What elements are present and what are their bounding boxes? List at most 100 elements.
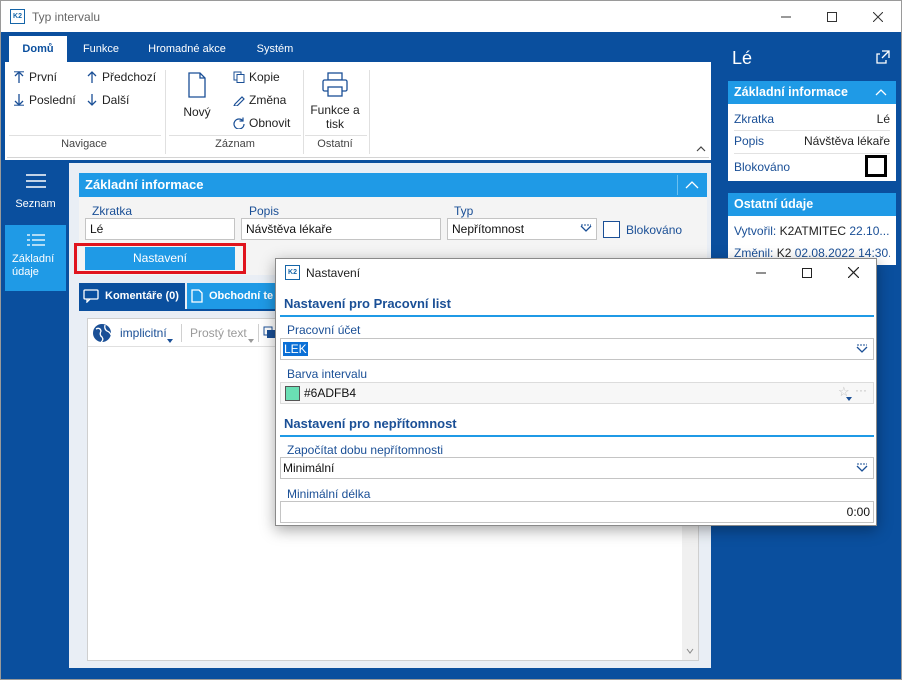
new-document-icon	[188, 72, 206, 98]
refresh-label: Obnovit	[249, 116, 291, 130]
arrow-down-icon	[14, 94, 24, 106]
min-length-label: Minimální délka	[287, 487, 371, 501]
dialog-maximize-button[interactable]	[784, 259, 830, 286]
section-header-basic: Základní informace	[79, 173, 707, 197]
color-swatch	[285, 386, 300, 401]
type-select[interactable]: Nepřítomnost	[447, 218, 597, 240]
section-underline	[280, 315, 874, 317]
list-icon	[25, 174, 46, 188]
print-label-1: Funkce a	[310, 103, 360, 117]
copy-icon	[233, 71, 245, 83]
group-zaznam: Záznam	[215, 138, 255, 150]
tab-comments-label: Komentáře (0)	[105, 290, 179, 302]
group-divider	[9, 135, 161, 136]
right-other-header: Ostatní údaje	[728, 193, 896, 216]
minimize-icon	[781, 16, 791, 17]
section-title: Základní informace	[85, 177, 204, 192]
first-button[interactable]: První	[13, 70, 57, 84]
maximize-icon	[802, 267, 812, 278]
right-other-panel: Ostatní údaje Vytvořil: K2ATMITEC 22.10.…	[728, 193, 896, 265]
dialog-section-worklist: Nastavení pro Pracovní list	[284, 296, 451, 311]
right-created-row: Vytvořil: K2ATMITEC 22.10....	[734, 224, 890, 240]
change-button[interactable]: Změna	[233, 93, 286, 107]
next-button[interactable]: Další	[86, 93, 129, 107]
row-divider	[734, 130, 890, 131]
maximize-icon	[827, 11, 837, 22]
desc-field[interactable]: Návštěva lékaře	[241, 218, 441, 240]
pop-out-icon[interactable]	[876, 50, 890, 64]
dropdown-icon	[856, 463, 868, 472]
account-label: Pracovní účet	[287, 323, 361, 337]
arrow-down-icon	[87, 94, 97, 106]
tab-hromadne-akce[interactable]: Hromadné akce	[137, 36, 237, 62]
color-label: Barva intervalu	[287, 367, 368, 381]
tab-domu[interactable]: Domů	[9, 36, 67, 62]
right-basic-title: Základní informace	[734, 85, 848, 99]
last-button[interactable]: Poslední	[13, 93, 76, 107]
pencil-icon	[233, 96, 245, 106]
close-icon	[873, 11, 883, 22]
ribbon: První Poslední Předchozí Další Navigace …	[7, 62, 709, 158]
right-blocked-label: Blokováno	[734, 160, 791, 174]
previous-button[interactable]: Předchozí	[86, 70, 156, 84]
arrow-up-icon	[14, 71, 24, 83]
printer-icon	[322, 72, 348, 97]
next-label: Další	[102, 93, 130, 107]
ribbon-tabs: Domů Funkce Hromadné akce Systém	[5, 36, 711, 62]
new-button[interactable]: Nový	[179, 72, 215, 119]
previous-label: Předchozí	[102, 70, 157, 84]
more-dots-icon[interactable]: ···	[855, 380, 867, 400]
right-created-date: 22.10....	[849, 224, 890, 238]
close-button[interactable]	[855, 1, 901, 32]
account-select[interactable]: LEK	[280, 338, 874, 360]
account-value: LEK	[283, 342, 308, 356]
right-basic-panel: Základní informace Zkratka Lé Popis Návš…	[728, 81, 896, 181]
nav-zakladni-udaje[interactable]: Základní údaje	[5, 225, 66, 291]
settings-button[interactable]: Nastavení	[85, 247, 235, 270]
tab-business-label: Obchodní te	[209, 290, 274, 302]
minimize-button[interactable]	[763, 1, 809, 32]
copy-button[interactable]: Kopie	[233, 70, 280, 84]
first-label: První	[29, 70, 58, 84]
arrow-up-icon	[87, 71, 97, 83]
blocked-checkbox[interactable]	[603, 221, 620, 238]
chevron-up-icon[interactable]	[874, 87, 888, 97]
type-value: Nepřítomnost	[452, 222, 525, 236]
right-code-row: Zkratka Lé	[734, 112, 890, 128]
code-field[interactable]: Lé	[85, 218, 235, 240]
desc-label: Popis	[249, 204, 280, 218]
nav-seznam[interactable]: Seznam	[5, 173, 66, 210]
format-select[interactable]: Prostý text	[190, 326, 247, 340]
separator	[369, 70, 370, 154]
language-select[interactable]: implicitní	[120, 326, 167, 340]
right-code-label: Zkratka	[734, 112, 775, 126]
collapse-section-button[interactable]	[677, 175, 705, 195]
comment-icon	[83, 289, 99, 303]
count-select[interactable]: Minimální	[280, 457, 874, 479]
copy-label: Kopie	[249, 70, 280, 84]
section-underline	[280, 435, 874, 437]
new-label: Nový	[183, 105, 211, 119]
right-desc-row: Popis Návštěva lékaře	[734, 134, 890, 150]
maximize-button[interactable]	[809, 1, 855, 32]
tab-system[interactable]: Systém	[245, 36, 305, 62]
dialog-title: Nastavení	[306, 266, 361, 280]
print-button[interactable]: Funkce a tisk	[305, 72, 365, 131]
minimize-icon	[756, 272, 766, 273]
color-picker[interactable]: #6ADFB4 ☆ ···	[280, 382, 874, 404]
tab-funkce[interactable]: Funkce	[73, 36, 129, 62]
details-list-icon	[26, 234, 45, 246]
code-label: Zkratka	[92, 204, 133, 218]
tab-comments[interactable]: Komentáře (0)	[79, 283, 185, 309]
caret-down-icon	[248, 339, 254, 343]
refresh-button[interactable]: Obnovit	[233, 116, 290, 130]
collapse-ribbon-button[interactable]	[696, 142, 706, 156]
dialog-close-button[interactable]	[830, 259, 876, 286]
chevron-up-icon	[685, 181, 699, 189]
group-navigace: Navigace	[61, 138, 107, 150]
title-bar: K2 Typ intervalu	[1, 1, 901, 32]
document-icon	[191, 289, 203, 303]
dialog-minimize-button[interactable]	[738, 259, 784, 286]
main-window: K2 Typ intervalu Domů Funkce Hromadné ak…	[0, 0, 902, 680]
min-length-field[interactable]: 0:00	[280, 501, 874, 523]
